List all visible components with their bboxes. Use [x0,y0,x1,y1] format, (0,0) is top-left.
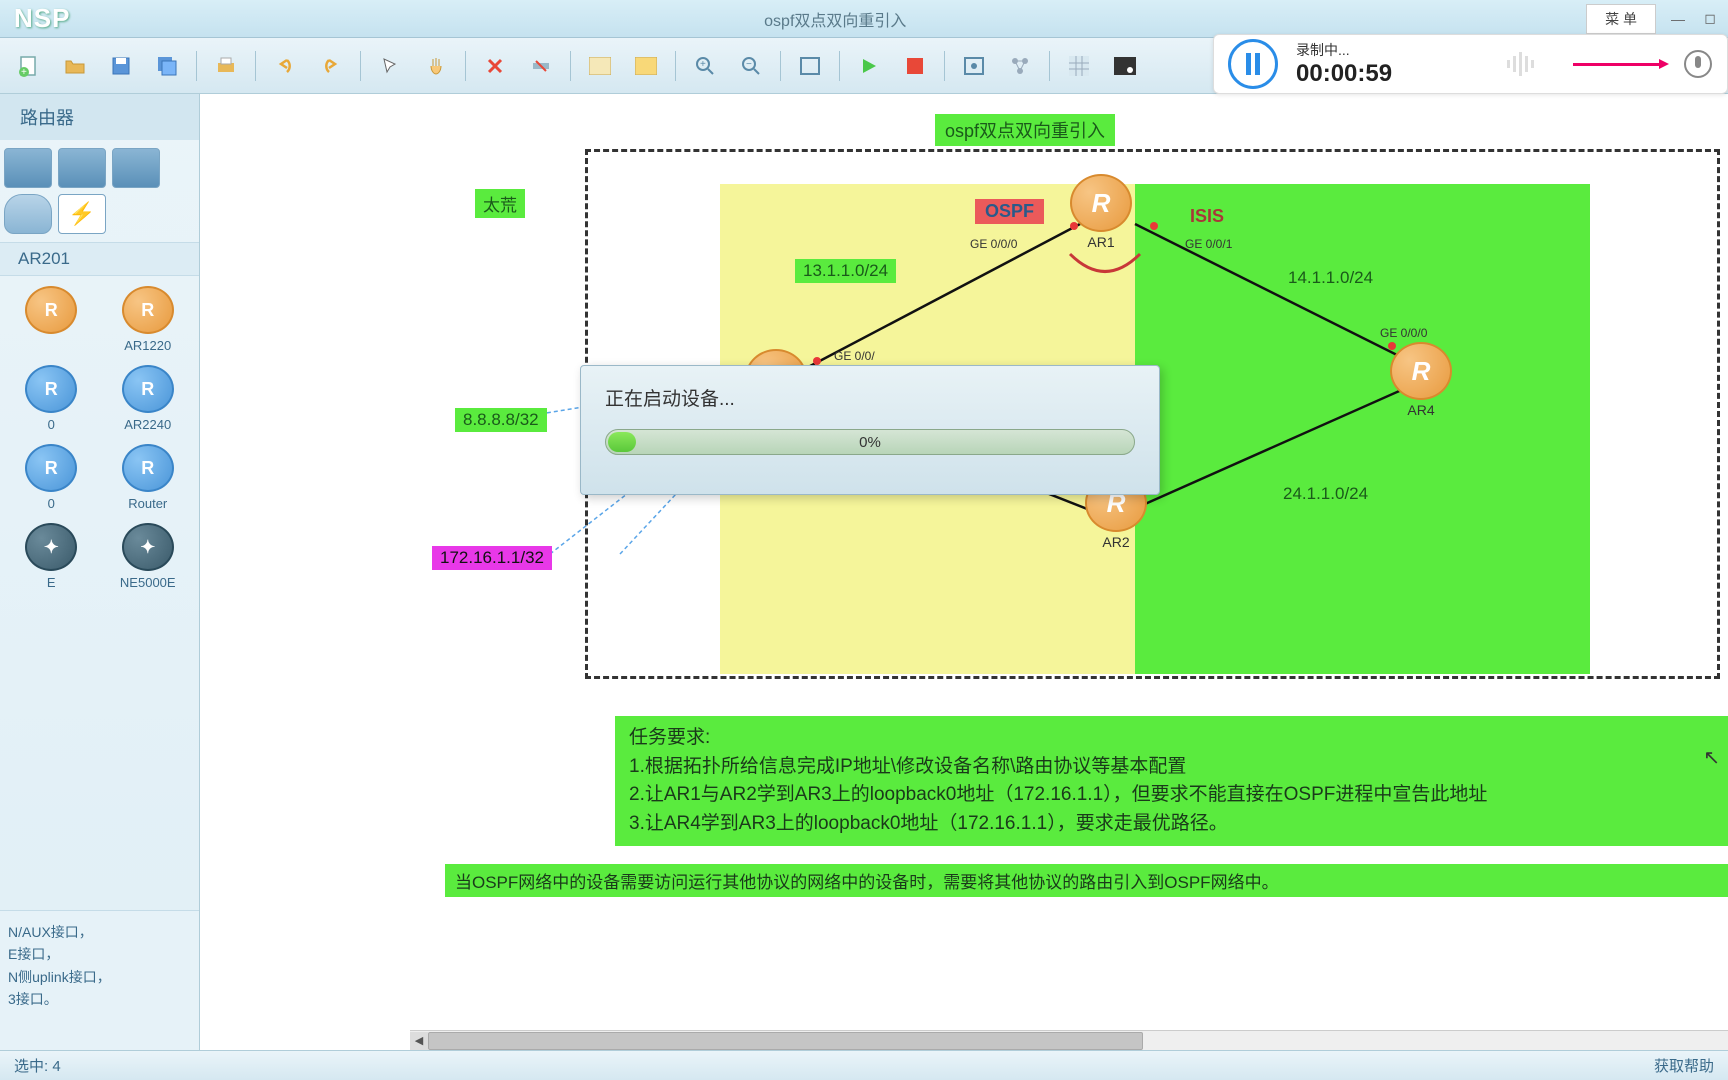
port-label: GE 0/0/1 [1185,237,1232,251]
recording-status: 录制中... [1296,40,1503,60]
menu-button[interactable]: 菜 单 [1586,4,1656,34]
loopback-label: 8.8.8.8/32 [455,408,547,432]
router-node-ar1[interactable]: RAR1 [1070,174,1132,250]
stop-icon[interactable] [897,48,933,84]
scroll-left-icon[interactable]: ◀ [410,1032,428,1050]
pan-icon[interactable] [418,48,454,84]
save-as-icon[interactable] [149,48,185,84]
ospf-label: OSPF [975,199,1044,224]
link-endpoint [1150,222,1158,230]
startup-dialog: 正在启动设备... 0% [580,365,1160,495]
pointer-icon[interactable] [372,48,408,84]
new-icon[interactable]: + [11,48,47,84]
device-item[interactable]: R0 [8,365,95,432]
break-link-icon[interactable] [523,48,559,84]
subnet-label: 14.1.1.0/24 [1280,266,1381,290]
separator [944,51,945,81]
loopback-label: 172.16.1.1/32 [432,546,552,570]
device-item[interactable]: R0 [8,444,95,511]
wlan-category-icon[interactable] [58,148,106,188]
device-item[interactable]: R [8,286,95,353]
device-sidebar: 路由器 ⚡ AR201 R RAR1220 R0 RAR2240 R0 RRou… [0,94,200,1050]
scrollbar-thumb[interactable] [428,1032,1143,1050]
window-title: ospf双点双向重引入 [84,7,1586,31]
svg-text:+: + [700,59,706,70]
topology-icon[interactable] [1002,48,1038,84]
switch-category-icon[interactable] [112,148,160,188]
region-tag: 太荒 [475,189,525,218]
redo-icon[interactable] [313,48,349,84]
maximize-button[interactable]: ◻ [1696,8,1724,30]
pause-button[interactable] [1228,39,1278,89]
print-icon[interactable] [208,48,244,84]
selection-count: 选中: 4 [14,1055,61,1076]
note-text: 当OSPF网络中的设备需要访问运行其他协议的网络中的设备时，需要将其他协议的路由… [445,864,1728,897]
device-item[interactable]: ✦E [8,523,95,590]
device-list: R RAR1220 R0 RAR2240 R0 RRouter ✦E ✦NE50… [0,276,199,910]
separator [1049,51,1050,81]
recording-time: 00:00:59 [1296,60,1503,88]
volume-slider[interactable] [1573,63,1663,66]
grid-icon[interactable] [1061,48,1097,84]
svg-text:−: − [746,59,752,70]
separator [675,51,676,81]
progress-bar: 0% [605,429,1135,455]
link-endpoint [813,357,821,365]
cursor-icon: ↖ [1703,745,1720,770]
dialog-title: 正在启动设备... [605,384,1135,411]
horizontal-scrollbar[interactable]: ◀ [410,1030,1728,1050]
router-category-icon[interactable] [4,148,52,188]
sidebar-title: 路由器 [0,94,199,140]
minimize-button[interactable]: — [1664,8,1692,30]
play-icon[interactable] [851,48,887,84]
router-node-ar4[interactable]: RAR4 [1390,342,1452,418]
subnet-label: 13.1.1.0/24 [795,259,896,283]
device-item[interactable]: RAR1220 [105,286,192,353]
device-item[interactable]: ✦NE5000E [105,523,192,590]
help-link[interactable]: 获取帮助 [1654,1055,1714,1076]
device-description: N/AUX接口， E接口， N侧uplink接口， 3接口。 [0,910,199,1050]
category-icons: ⚡ [0,140,199,242]
device-item[interactable]: RRouter [105,444,192,511]
separator [360,51,361,81]
svg-text:+: + [21,67,27,78]
device-item[interactable]: RAR2240 [105,365,192,432]
topology-title: ospf双点双向重引入 [935,114,1115,146]
app-logo: NSP [0,3,84,34]
topology-canvas[interactable]: ospf双点双向重引入 太荒 OSPF ISIS 13.1.1.0/24 14.… [200,94,1728,1050]
port-label: GE 0/0/ [834,349,875,363]
separator [196,51,197,81]
save-icon[interactable] [103,48,139,84]
port-label: GE 0/0/0 [970,237,1017,251]
port-label: GE 0/0/0 [1380,326,1427,340]
separator [839,51,840,81]
link-category-icon[interactable]: ⚡ [58,194,106,234]
open-icon[interactable] [57,48,93,84]
subnet-label: 24.1.1.0/24 [1275,482,1376,506]
mic-icon[interactable] [1683,49,1713,79]
title-bar: NSP ospf双点双向重引入 菜 单 — ◻ [0,0,1728,38]
audio-level-icon [1503,46,1553,82]
separator [255,51,256,81]
zoom-in-icon[interactable]: + [687,48,723,84]
separator [465,51,466,81]
separator [570,51,571,81]
text-icon[interactable] [582,48,618,84]
model-label: AR201 [0,242,199,276]
fit-icon[interactable] [792,48,828,84]
progress-percent: 0% [606,430,1134,455]
screen-icon[interactable] [1107,48,1143,84]
zoom-out-icon[interactable]: − [733,48,769,84]
delete-icon[interactable] [477,48,513,84]
capture-icon[interactable] [956,48,992,84]
undo-icon[interactable] [267,48,303,84]
palette-icon[interactable] [628,48,664,84]
isis-label: ISIS [1180,204,1234,229]
status-bar: 选中: 4 获取帮助 [0,1050,1728,1080]
task-requirements: 任务要求: 1.根据拓扑所给信息完成IP地址\修改设备名称\路由协议等基本配置 … [615,716,1728,846]
cloud-category-icon[interactable] [4,194,52,234]
recorder-bar: 录制中... 00:00:59 [1213,34,1728,94]
separator [780,51,781,81]
